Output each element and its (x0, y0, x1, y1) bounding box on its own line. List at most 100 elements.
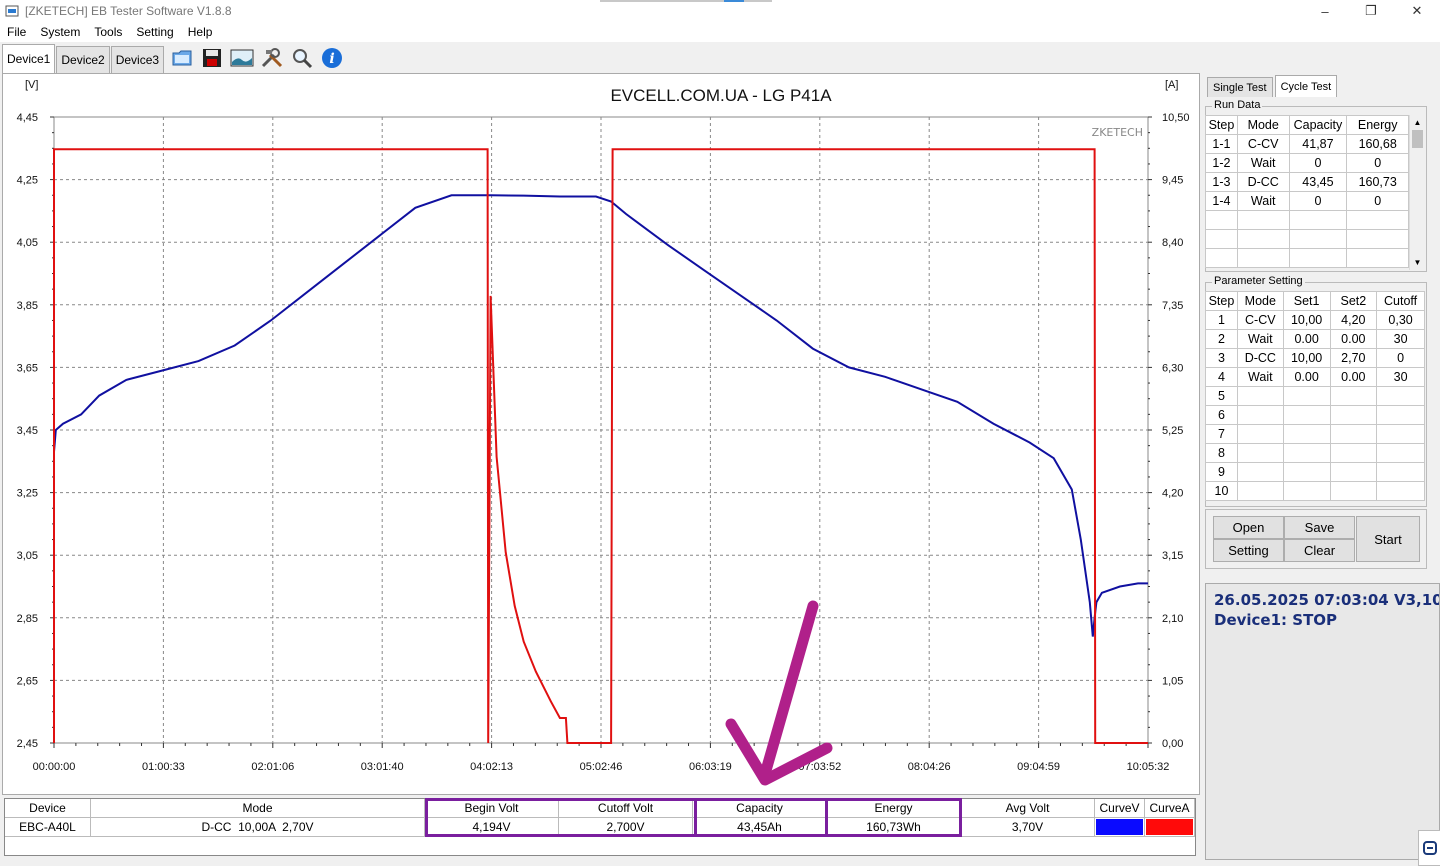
summary-mode: D-CC 10,00A 2,70V (91, 818, 425, 837)
param-setting-cell (1329, 462, 1378, 482)
menu-system[interactable]: System (33, 25, 87, 39)
param-setting-cell: 10,00 (1282, 348, 1331, 368)
tab-single-test[interactable]: Single Test (1207, 77, 1273, 97)
run-data-empty-row (1205, 210, 1409, 230)
y2-tick-label: 0,00 (1162, 738, 1183, 750)
param-setting-cell (1236, 424, 1284, 444)
scroll-up-arrow-icon[interactable]: ▲ (1410, 115, 1425, 130)
run-data-cell (1346, 210, 1409, 230)
param-setting-row[interactable]: 9 (1205, 462, 1425, 482)
param-setting-cell (1236, 443, 1284, 463)
param-setting-cell (1376, 481, 1425, 501)
summary-table: Device Mode Begin Volt Cutoff Volt Capac… (4, 798, 1196, 856)
param-setting-cell: 0.00 (1282, 329, 1331, 349)
chart-panel: 4,45 10,50 4,25 9,45 4,05 8,40 3,85 7,35 3,65 6,3… (2, 73, 1200, 795)
param-setting-table: Step Mode Set1 Set2 Cutoff 1 C-CV 10,00 4,2… (1205, 291, 1425, 501)
x-tick-label: 01:00:33 (142, 761, 185, 773)
param-setting-row[interactable]: 7 (1205, 424, 1425, 444)
param-setting-cell: 7 (1205, 424, 1238, 444)
setting-button[interactable]: Setting (1213, 539, 1284, 562)
y2-tick-label: 10,50 (1162, 112, 1190, 124)
run-data-empty-row (1205, 229, 1409, 249)
param-setting-cell (1282, 386, 1331, 406)
param-setting-cell (1282, 405, 1331, 425)
param-setting-cell: 6 (1205, 405, 1238, 425)
window-title: [ZKETECH] EB Tester Software V1.8.8 (25, 4, 232, 18)
tab-device1[interactable]: Device1 (2, 44, 56, 73)
menu-tools[interactable]: Tools (87, 25, 129, 39)
folder-icon[interactable] (169, 45, 195, 71)
run-header-capacity: Capacity (1288, 115, 1348, 135)
run-data-row[interactable]: 1-1 C-CV 41,87 160,68 (1205, 134, 1409, 154)
run-header-step: Step (1205, 115, 1238, 135)
menu-file[interactable]: File (0, 25, 33, 39)
side-panel-toggle[interactable] (1418, 830, 1440, 866)
run-data-cell: Wait (1236, 153, 1290, 173)
save-button[interactable]: Save (1284, 516, 1355, 539)
param-setting-cell: 4,20 (1329, 310, 1378, 330)
run-data-cell: 1-2 (1205, 153, 1238, 173)
menu-setting[interactable]: Setting (129, 25, 180, 39)
param-setting-cell: 2,70 (1329, 348, 1378, 368)
y2-tick-label: 2,10 (1162, 613, 1183, 625)
close-button[interactable]: ✕ (1394, 0, 1440, 22)
x-tick-label: 03:01:40 (361, 761, 404, 773)
minimize-button[interactable]: – (1302, 0, 1348, 22)
open-button[interactable]: Open (1213, 516, 1284, 539)
curve-a-swatch[interactable] (1145, 818, 1195, 837)
param-setting-cell (1329, 386, 1378, 406)
param-setting-row[interactable]: 4 Wait 0.00 0.00 30 (1205, 367, 1425, 387)
scroll-down-arrow-icon[interactable]: ▼ (1410, 255, 1425, 270)
restore-button[interactable]: ❐ (1348, 0, 1394, 22)
param-setting-row[interactable]: 5 (1205, 386, 1425, 406)
run-header-mode: Mode (1236, 115, 1290, 135)
param-setting-row[interactable]: 10 (1205, 481, 1425, 501)
run-data-row[interactable]: 1-3 D-CC 43,45 160,73 (1205, 172, 1409, 192)
run-data-row[interactable]: 1-2 Wait 0 0 (1205, 153, 1409, 173)
run-data-cell: Wait (1236, 191, 1290, 211)
y-tick-label: 4,45 (17, 112, 38, 124)
chart-title: EVCELL.COM.UA - LG P41A (610, 86, 832, 105)
scroll-thumb[interactable] (1412, 130, 1423, 148)
run-data-cell (1288, 229, 1348, 249)
y-tick-label: 4,05 (17, 237, 38, 249)
run-data-cell: 41,87 (1288, 134, 1348, 154)
clear-button[interactable]: Clear (1284, 539, 1355, 562)
run-data-cell (1346, 229, 1409, 249)
run-data-row[interactable]: 1-4 Wait 0 0 (1205, 191, 1409, 211)
y-tick-label: 3,05 (17, 550, 38, 562)
param-setting-row[interactable]: 3 D-CC 10,00 2,70 0 (1205, 348, 1425, 368)
x-tick-label: 05:02:46 (580, 761, 623, 773)
param-setting-row[interactable]: 6 (1205, 405, 1425, 425)
param-setting-cell: D-CC (1236, 348, 1284, 368)
run-data-cell: 1-3 (1205, 172, 1238, 192)
param-setting-cell: 0.00 (1329, 329, 1378, 349)
menu-help[interactable]: Help (181, 25, 220, 39)
param-setting-row[interactable]: 8 (1205, 443, 1425, 463)
param-setting-row[interactable]: 2 Wait 0.00 0.00 30 (1205, 329, 1425, 349)
summary-header-avg-volt: Avg Volt (961, 799, 1095, 818)
info-icon[interactable]: i (319, 45, 345, 71)
run-data-scrollbar[interactable]: ▲ ▼ (1409, 115, 1425, 270)
param-header-set1: Set1 (1282, 291, 1331, 311)
param-setting-cell (1282, 462, 1331, 482)
save-icon[interactable] (199, 45, 225, 71)
param-setting-row[interactable]: 1 C-CV 10,00 4,20 0,30 (1205, 310, 1425, 330)
x-tick-label: 00:00:00 (33, 761, 76, 773)
summary-header-device: Device (5, 799, 91, 818)
param-setting-cell (1236, 481, 1284, 501)
start-button[interactable]: Start (1356, 516, 1420, 562)
param-setting-cell (1236, 386, 1284, 406)
tab-device2[interactable]: Device2 (56, 46, 110, 73)
tab-device3[interactable]: Device3 (110, 46, 165, 73)
tools-icon[interactable] (259, 45, 285, 71)
param-header-cutoff: Cutoff (1376, 291, 1425, 311)
tab-cycle-test[interactable]: Cycle Test (1274, 75, 1338, 97)
search-icon[interactable] (289, 45, 315, 71)
y-tick-label: 4,25 (17, 175, 38, 187)
param-setting-title: Parameter Setting (1212, 275, 1305, 287)
image-icon[interactable] (229, 45, 255, 71)
curve-v-swatch[interactable] (1095, 818, 1145, 837)
x-tick-label: 10:05:32 (1127, 761, 1170, 773)
param-setting-cell: 0.00 (1329, 367, 1378, 387)
